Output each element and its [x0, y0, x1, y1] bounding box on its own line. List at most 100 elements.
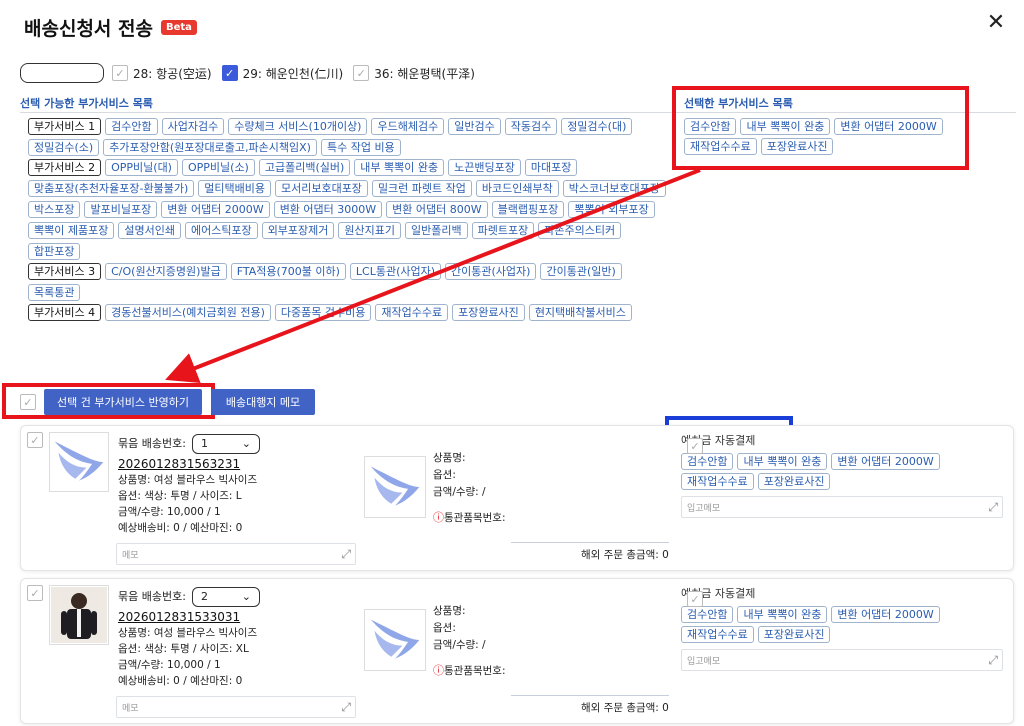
service-tag[interactable]: 일반폴리백 — [405, 222, 468, 239]
service-category: 부가서비스 1 — [28, 118, 102, 135]
expand-icon[interactable]: ⤢ — [988, 653, 998, 668]
service-tag[interactable]: 변환 어댑터 3000W — [273, 201, 383, 218]
port-option-0[interactable]: ✓ 28: 항공(空运) — [112, 65, 212, 82]
service-tag[interactable]: 내부 뽁뽁이 완충 — [354, 159, 445, 176]
overseas-product-amount: 금액/수량: / — [433, 486, 486, 498]
service-tag[interactable]: 에어스틱포장 — [184, 222, 258, 239]
inbound-memo-input[interactable]: 입고메모 ⤢ — [681, 496, 1003, 518]
expand-icon[interactable]: ⤢ — [341, 547, 351, 562]
service-tag[interactable]: 외부포장제거 — [261, 222, 335, 239]
service-tag[interactable]: 포장완료사진 — [452, 304, 525, 321]
service-tag[interactable]: 박스코너보호대포장 — [562, 180, 666, 197]
bundle-label: 묶음 배송번호: — [118, 437, 186, 450]
service-tag[interactable]: 발포비닐포장 — [84, 201, 158, 218]
order-checkbox[interactable]: ✓ — [27, 585, 43, 601]
auto-pay-checkbox[interactable]: ✓ — [687, 438, 703, 454]
selected-list-highlight — [672, 86, 969, 170]
service-tag[interactable]: 파렛트포장 — [471, 222, 535, 239]
product-option: 옵션: 색상: 투명 / 사이즈: XL — [118, 643, 249, 655]
order-number-link[interactable]: 2026012831563231 — [118, 456, 260, 472]
order-service-tag[interactable]: 내부 뽁뽁이 완충 — [737, 453, 828, 470]
service-tag[interactable]: 멀티택배비용 — [198, 180, 271, 197]
close-icon[interactable]: ✕ — [984, 10, 1008, 35]
order-service-tag[interactable]: 검수안함 — [681, 453, 734, 470]
service-tag[interactable]: 변환 어댑터 2000W — [161, 201, 270, 218]
warning-icon: ⓘ — [433, 511, 444, 524]
order-memo-input[interactable]: 메모 ⤢ — [116, 696, 356, 718]
bundle-number-select[interactable]: 2 ⌄ — [191, 587, 260, 607]
service-tag[interactable]: 뽁뽁이 제품포장 — [28, 222, 115, 239]
inbound-memo-input[interactable]: 입고메모 ⤢ — [681, 649, 1003, 671]
service-tag[interactable]: OPP비닐(대) — [105, 159, 178, 176]
service-tag[interactable]: 경동선불서비스(예치금회원 전용) — [105, 304, 271, 321]
service-tag[interactable]: 밀크런 파렛트 작업 — [371, 180, 472, 197]
order-service-tag[interactable]: 포장완료사진 — [757, 626, 831, 643]
auto-pay-checkbox[interactable]: ✓ — [687, 591, 703, 607]
expand-icon[interactable]: ⤢ — [988, 500, 998, 515]
select-all-checkbox[interactable]: ✓ — [20, 394, 36, 410]
order-service-tag[interactable]: 포장완료사진 — [757, 473, 831, 490]
service-tag[interactable]: 정밀검수(대) — [561, 118, 633, 135]
service-tag[interactable]: 고급폴리백(실버) — [258, 159, 351, 176]
order-service-tag[interactable]: 내부 뽁뽁이 완충 — [737, 606, 828, 623]
warehouse-memo-button[interactable]: 배송대행지 메모 — [211, 389, 315, 415]
service-tag[interactable]: 현지택배착불서비스 — [528, 304, 632, 321]
service-tag[interactable]: OPP비닐(소) — [181, 159, 255, 176]
service-tag[interactable]: 바코드인쇄부착 — [475, 180, 559, 197]
swallow-placeholder-icon — [370, 466, 420, 506]
memo-placeholder: 메모 — [122, 704, 139, 714]
port-search-input[interactable] — [20, 63, 104, 83]
port-selector: ✓ 28: 항공(空运) ✓ 29: 해운인천(仁川) ✓ 36: 해운평택(平泽) — [20, 63, 485, 83]
service-tag[interactable]: 정밀검수(소) — [28, 139, 100, 156]
service-tag[interactable]: 합판포장 — [28, 243, 81, 260]
order-service-tag[interactable]: 재작업수수료 — [681, 626, 754, 643]
order-memo-input[interactable]: 메모 ⤢ — [116, 543, 356, 565]
service-tag[interactable]: 간이통관(일반) — [540, 263, 622, 280]
service-tag[interactable]: 노끈밴딩포장 — [448, 159, 521, 176]
order-service-tag[interactable]: 변환 어댑터 2000W — [831, 453, 940, 470]
service-tag[interactable]: 간이통관(사업자) — [445, 263, 537, 280]
service-tag[interactable]: 검수안함 — [105, 118, 158, 135]
port-option-2[interactable]: ✓ 36: 해운평택(平泽) — [353, 65, 475, 82]
order-service-tag[interactable]: 재작업수수료 — [681, 473, 754, 490]
service-tag[interactable]: 모서리보호대포장 — [274, 180, 368, 197]
service-tag[interactable]: 마대포장 — [524, 159, 578, 176]
order-number-link[interactable]: 2026012831533031 — [118, 609, 260, 625]
customs-number-label: 통관품목번호: — [444, 512, 506, 524]
port-checkbox[interactable]: ✓ — [353, 65, 370, 81]
service-tag[interactable]: 변환 어댑터 800W — [386, 201, 488, 218]
bundle-number-select[interactable]: 1 ⌄ — [191, 434, 260, 454]
service-tag[interactable]: 일반검수 — [448, 118, 501, 135]
service-tag[interactable]: 박스포장 — [28, 201, 81, 218]
service-tag[interactable]: 작동검수 — [504, 118, 558, 135]
order-service-tag[interactable]: 변환 어댑터 2000W — [831, 606, 940, 623]
beta-badge: Beta — [160, 20, 197, 35]
service-tag[interactable]: 원산지표기 — [338, 222, 402, 239]
port-option-1[interactable]: ✓ 29: 해운인천(仁川) — [221, 65, 343, 82]
service-tag[interactable]: 우드해체검수 — [371, 118, 445, 135]
service-tag[interactable]: LCL통관(사업자) — [349, 263, 442, 280]
service-tag[interactable]: 뽁뽁이 외부포장 — [568, 201, 655, 218]
service-tag[interactable]: 재작업수수료 — [375, 304, 449, 321]
port-checkbox[interactable]: ✓ — [112, 65, 128, 81]
service-tag[interactable]: 사업자검수 — [161, 118, 225, 135]
service-tag[interactable]: 수량체크 서비스(10개이상) — [228, 118, 368, 135]
service-tag[interactable]: 설명서인쇄 — [118, 222, 181, 239]
bundle-value: 1 — [200, 437, 208, 450]
service-tag[interactable]: 목록통관 — [28, 284, 81, 301]
service-tag[interactable]: C/O(원산지증명원)발급 — [105, 263, 227, 280]
service-tag[interactable]: FTA적용(700불 이하) — [230, 263, 346, 280]
port-checkbox[interactable]: ✓ — [221, 65, 238, 81]
service-tag[interactable]: 다중품목 검수비용 — [274, 304, 372, 321]
service-tag[interactable]: 맞춤포장(추천자율포장-환불불가) — [28, 180, 195, 197]
service-tag[interactable]: 추가포장안함(원포장대로출고,파손시책임X) — [103, 139, 317, 156]
expand-icon[interactable]: ⤢ — [341, 700, 351, 715]
order-info: 묶음 배송번호: 2 ⌄ 2026012831533031 상품명: 여성 블라우스 빅… — [118, 587, 260, 689]
order-checkbox[interactable]: ✓ — [27, 432, 43, 448]
service-tag[interactable]: 파손주의스티커 — [538, 222, 622, 239]
product-photo — [51, 587, 107, 643]
service-tag[interactable]: 블랙랩핑포장 — [491, 201, 565, 218]
apply-services-button[interactable]: 선택 건 부가서비스 반영하기 — [44, 389, 202, 415]
service-tag[interactable]: 특수 작업 비용 — [320, 139, 401, 156]
order-service-tag[interactable]: 검수안함 — [681, 606, 734, 623]
